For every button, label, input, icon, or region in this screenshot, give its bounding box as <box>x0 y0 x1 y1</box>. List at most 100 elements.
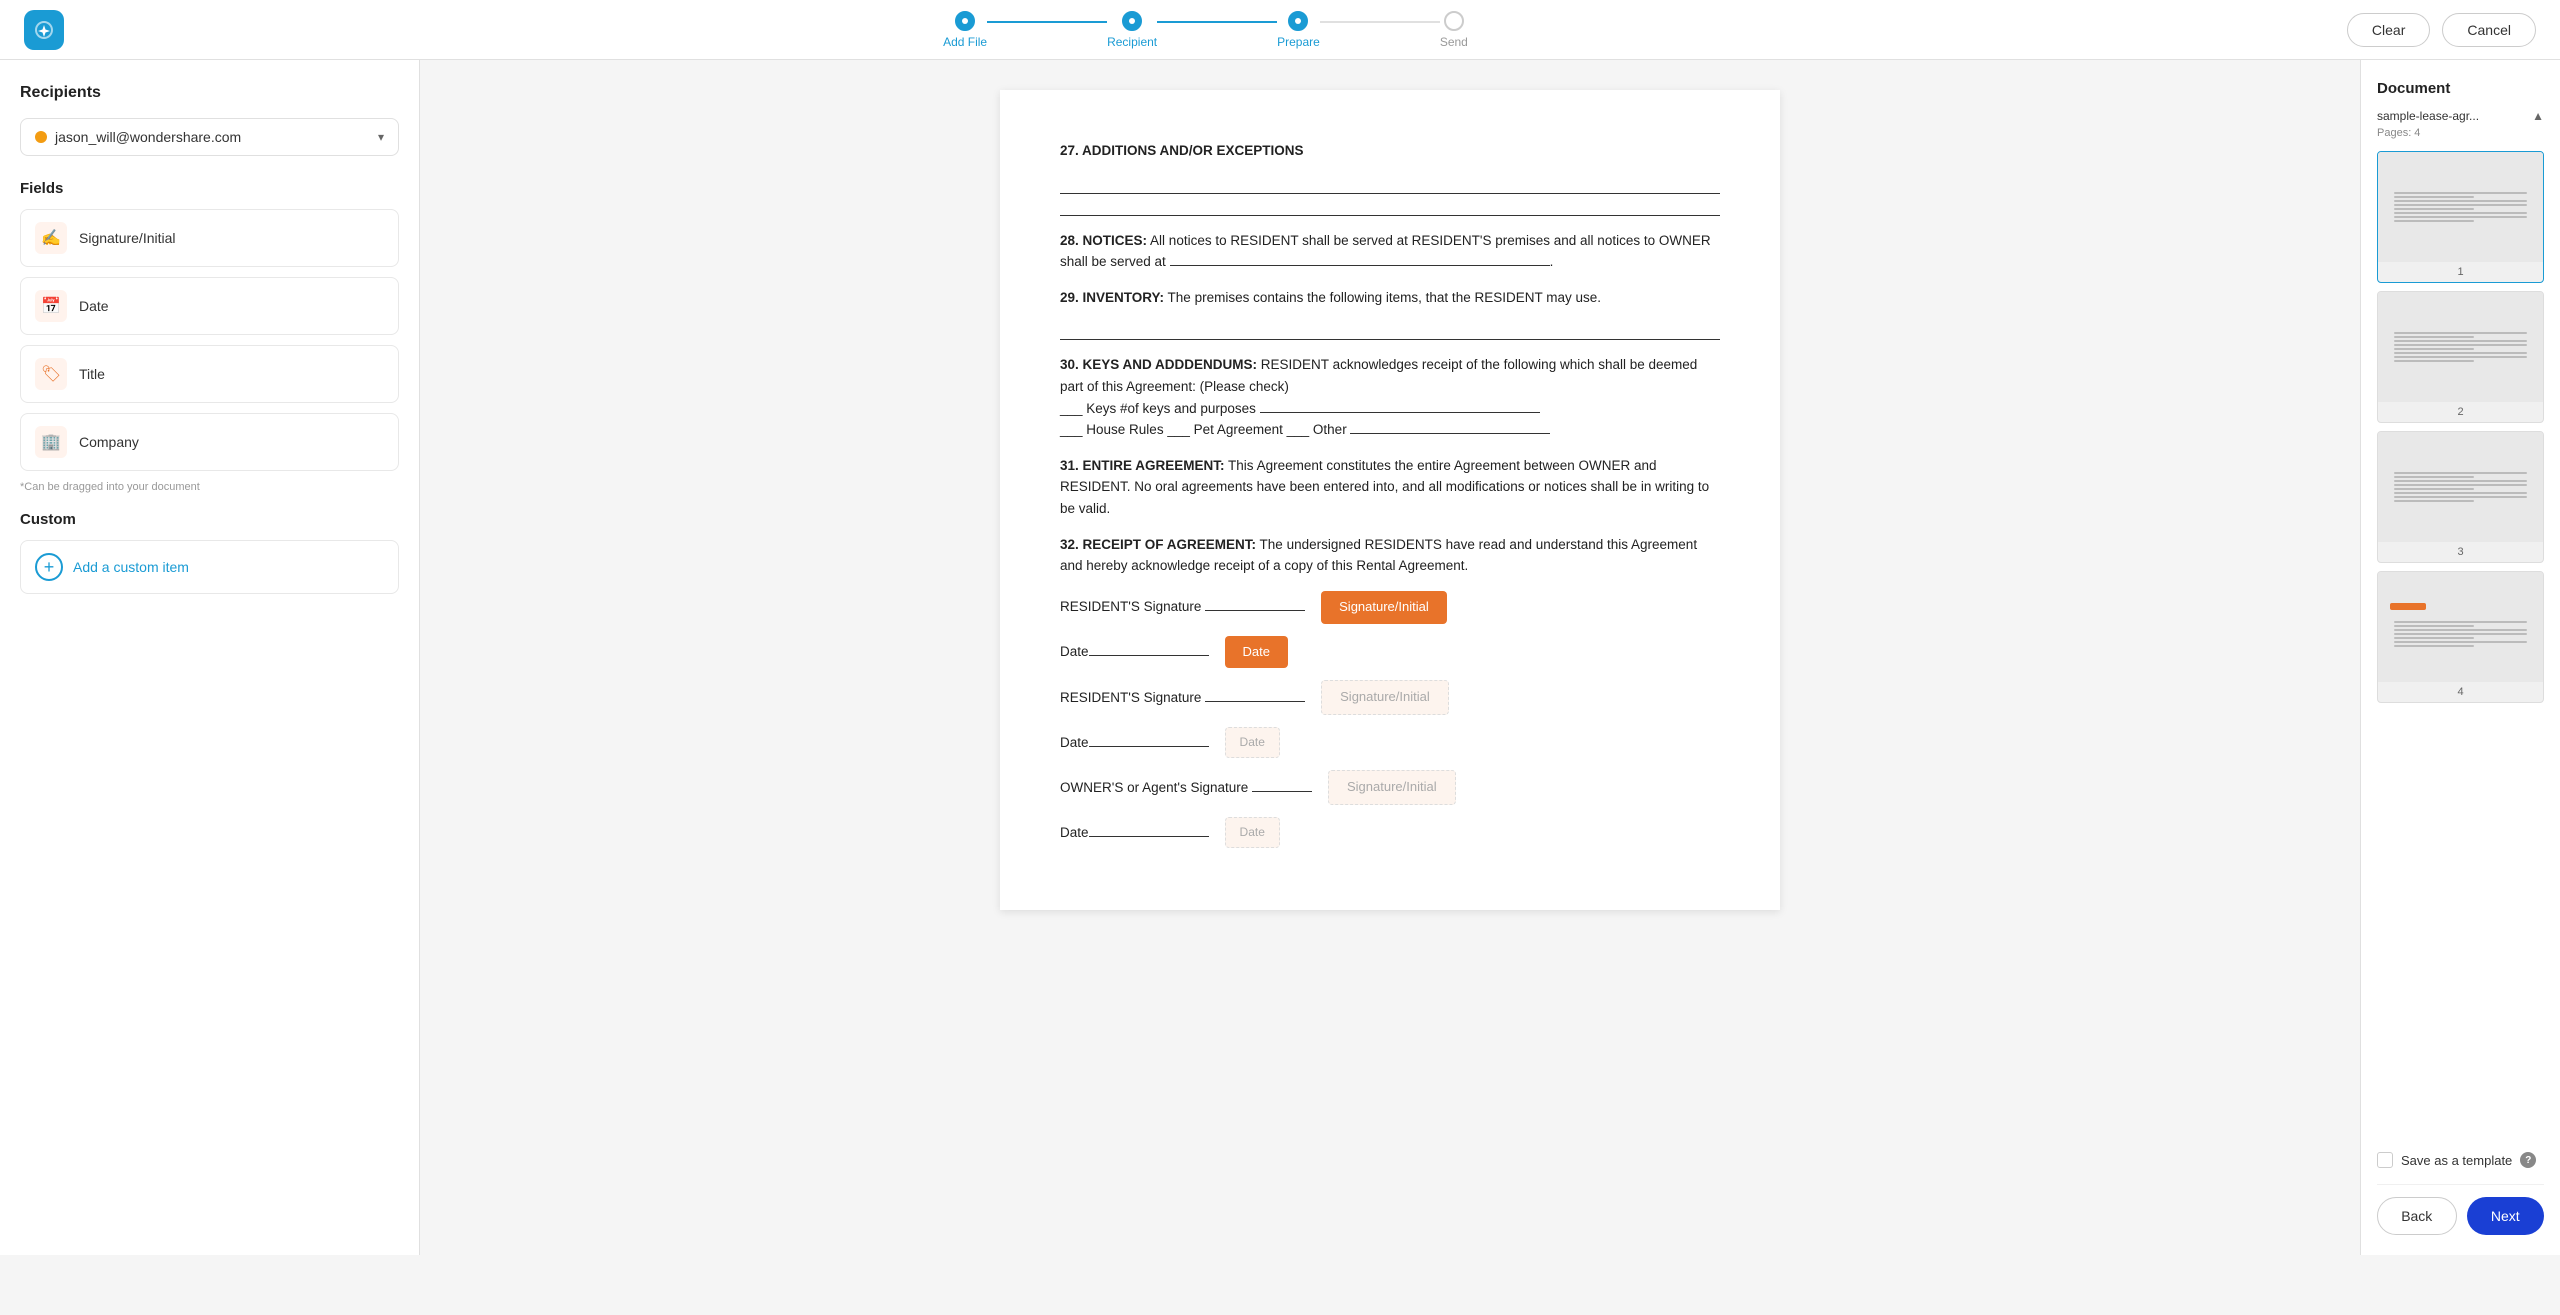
left-sidebar: Recipients jason_will@wondershare.com ▾ … <box>0 60 420 1255</box>
title-icon: 🏷 <box>35 358 67 390</box>
page-thumb-2[interactable]: 2 <box>2377 291 2544 423</box>
section-27-line <box>1060 176 1720 216</box>
date-row-3-label: Date <box>1060 822 1209 844</box>
document-name: sample-lease-agr... <box>2377 109 2479 123</box>
step-send: Send <box>1440 11 1468 49</box>
document-page: 27. ADDITIONS AND/OR EXCEPTIONS 28. NOTI… <box>1000 90 1780 910</box>
recipients-title: Recipients <box>20 84 399 102</box>
page-thumb-3-preview <box>2378 432 2543 542</box>
sig-row-1: RESIDENT'S Signature Signature/Initial <box>1060 591 1720 624</box>
sig-row-3-label: OWNER'S or Agent's Signature <box>1060 777 1312 799</box>
section-29: 29. INVENTORY: The premises contains the… <box>1060 287 1720 309</box>
section-30: 30. KEYS AND ADDDENDUMS: RESIDENT acknow… <box>1060 354 1720 440</box>
step-recipient: Recipient <box>1107 11 1157 49</box>
plus-icon: + <box>35 553 63 581</box>
page-4-orange-marker <box>2390 603 2426 610</box>
progress-steps: Add File Recipient Prepare Send <box>943 11 1468 49</box>
drag-hint: *Can be dragged into your document <box>20 481 399 493</box>
custom-title: Custom <box>20 511 399 528</box>
date-row-3: Date Date <box>1060 817 1720 848</box>
recipient-left: jason_will@wondershare.com <box>35 129 241 145</box>
connector-1 <box>987 21 1107 23</box>
step-dot-send <box>1444 11 1464 31</box>
bottom-actions: Back Next <box>2377 1184 2544 1235</box>
page-thumb-4-preview <box>2378 572 2543 682</box>
recipient-dot <box>35 131 47 143</box>
clear-button[interactable]: Clear <box>2347 13 2430 47</box>
back-button[interactable]: Back <box>2377 1197 2457 1235</box>
field-title[interactable]: 🏷 Title <box>20 345 399 403</box>
date-row-2: Date Date <box>1060 727 1720 758</box>
add-custom-button[interactable]: + Add a custom item <box>20 540 399 594</box>
field-company[interactable]: 🏢 Company <box>20 413 399 471</box>
section-29-line <box>1060 322 1720 340</box>
field-date-label: Date <box>79 298 109 314</box>
field-signature[interactable]: ✍ Signature/Initial <box>20 209 399 267</box>
date-field-3[interactable]: Date <box>1225 817 1280 848</box>
company-icon: 🏢 <box>35 426 67 458</box>
main-layout: Recipients jason_will@wondershare.com ▾ … <box>0 60 2560 1255</box>
document-area: 27. ADDITIONS AND/OR EXCEPTIONS 28. NOTI… <box>420 60 2360 1255</box>
next-button[interactable]: Next <box>2467 1197 2545 1235</box>
step-dot-recipient <box>1122 11 1142 31</box>
field-title-label: Title <box>79 366 105 382</box>
app-logo <box>24 10 64 50</box>
doc-name-row: sample-lease-agr... ▲ <box>2377 109 2544 123</box>
add-custom-label: Add a custom item <box>73 559 189 575</box>
recipient-email: jason_will@wondershare.com <box>55 129 241 145</box>
field-date[interactable]: 📅 Date <box>20 277 399 335</box>
page-thumb-3[interactable]: 3 <box>2377 431 2544 563</box>
signature-icon: ✍ <box>35 222 67 254</box>
step-label-prepare: Prepare <box>1277 35 1320 49</box>
section-32: 32. RECEIPT OF AGREEMENT: The undersigne… <box>1060 534 1720 577</box>
page-thumb-2-preview <box>2378 292 2543 402</box>
page-num-3: 3 <box>2378 542 2543 562</box>
step-dot-prepare <box>1288 11 1308 31</box>
step-label-add-file: Add File <box>943 35 987 49</box>
sig-row-2-label: RESIDENT'S Signature <box>1060 687 1305 709</box>
signature-area: RESIDENT'S Signature Signature/Initial D… <box>1060 591 1720 849</box>
step-dot-add-file <box>955 11 975 31</box>
topbar-actions: Clear Cancel <box>2347 13 2536 47</box>
page-thumb-1[interactable]: 1 <box>2377 151 2544 283</box>
field-signature-label: Signature/Initial <box>79 230 176 246</box>
page-num-2: 2 <box>2378 402 2543 422</box>
chevron-down-icon: ▾ <box>378 130 384 144</box>
fields-title: Fields <box>20 180 399 197</box>
section-27: 27. ADDITIONS AND/OR EXCEPTIONS <box>1060 140 1720 162</box>
sig-row-2: RESIDENT'S Signature Signature/Initial <box>1060 680 1720 715</box>
step-label-send: Send <box>1440 35 1468 49</box>
field-company-label: Company <box>79 434 139 450</box>
section-28: 28. NOTICES: All notices to RESIDENT sha… <box>1060 230 1720 273</box>
page-thumb-4[interactable]: 4 <box>2377 571 2544 703</box>
page-thumb-1-preview <box>2378 152 2543 262</box>
topbar: Add File Recipient Prepare Send Clear Ca… <box>0 0 2560 60</box>
save-template-label: Save as a template <box>2401 1153 2512 1168</box>
date-field-2[interactable]: Date <box>1225 727 1280 758</box>
document-text: 27. ADDITIONS AND/OR EXCEPTIONS 28. NOTI… <box>1060 140 1720 848</box>
step-add-file: Add File <box>943 11 987 49</box>
step-label-recipient: Recipient <box>1107 35 1157 49</box>
sig-row-3: OWNER'S or Agent's Signature Signature/I… <box>1060 770 1720 805</box>
date-row-1-label: Date <box>1060 641 1209 663</box>
document-panel-title: Document <box>2377 80 2544 97</box>
signature-field-3[interactable]: Signature/Initial <box>1328 770 1456 805</box>
sig-row-1-label: RESIDENT'S Signature <box>1060 596 1305 618</box>
page-num-4: 4 <box>2378 682 2543 702</box>
cancel-button[interactable]: Cancel <box>2442 13 2536 47</box>
date-icon: 📅 <box>35 290 67 322</box>
save-template-row: Save as a template ? <box>2377 1136 2544 1168</box>
date-field-1[interactable]: Date <box>1225 636 1288 669</box>
connector-3 <box>1320 21 1440 23</box>
recipient-selector[interactable]: jason_will@wondershare.com ▾ <box>20 118 399 156</box>
date-row-1: Date Date <box>1060 636 1720 669</box>
signature-field-2[interactable]: Signature/Initial <box>1321 680 1449 715</box>
collapse-icon[interactable]: ▲ <box>2532 109 2544 123</box>
save-template-checkbox[interactable] <box>2377 1152 2393 1168</box>
right-panel: Document sample-lease-agr... ▲ Pages: 4 <box>2360 60 2560 1255</box>
page-num-1: 1 <box>2378 262 2543 282</box>
date-row-2-label: Date <box>1060 732 1209 754</box>
connector-2 <box>1157 21 1277 23</box>
signature-field-1[interactable]: Signature/Initial <box>1321 591 1447 624</box>
info-icon[interactable]: ? <box>2520 1152 2536 1168</box>
